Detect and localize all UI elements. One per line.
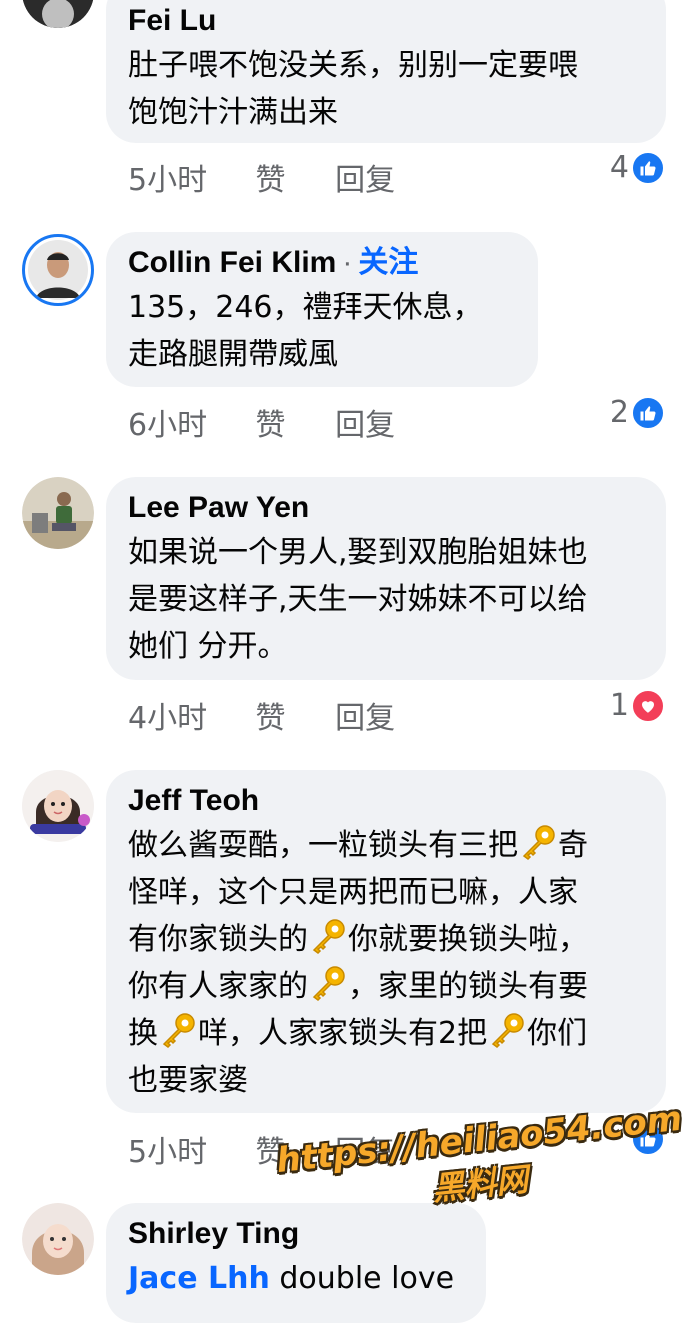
comment-actions: 4小时 赞 回复: [128, 693, 395, 737]
commenter-name[interactable]: Jeff Teoh: [128, 780, 644, 822]
comment-actions: 6小时 赞 回复: [128, 400, 395, 444]
reaction-summary[interactable]: 4: [610, 150, 665, 185]
like-icon: [631, 150, 665, 185]
comment-bubble: Fei Lu 肚子喂不饱没关系，别别一定要喂 饱饱汁汁满出来: [106, 0, 666, 143]
reaction-summary[interactable]: 2: [610, 395, 665, 430]
separator: ·: [342, 246, 353, 279]
comment-text-line: 走路腿開帶威風: [128, 337, 338, 372]
comment-bubble: Collin Fei Klim · 关注 135，246，禮拜天休息， 走路腿開帶威…: [106, 232, 538, 387]
text-segment: 你就要换锁头啦，: [348, 922, 588, 957]
avatar[interactable]: [22, 234, 94, 306]
avatar[interactable]: [22, 477, 94, 549]
avatar[interactable]: [22, 1203, 94, 1275]
commenter-name[interactable]: Lee Paw Yen: [128, 487, 644, 529]
like-button[interactable]: 赞: [256, 400, 326, 444]
comment-text-line: 是要这样子,天生一对姊妹不可以给: [128, 582, 588, 617]
text-segment: 奇: [558, 828, 588, 863]
comment-time: 5小时: [128, 163, 208, 198]
avatar[interactable]: [22, 770, 94, 842]
text-segment: 咩，人家家锁头有2把: [198, 1016, 488, 1051]
text-segment: 换: [128, 1016, 158, 1051]
reply-button[interactable]: 回复: [335, 693, 395, 737]
comment-text-line: 135，246，禮拜天休息，: [128, 290, 483, 325]
key-emoji-icon: [159, 1011, 197, 1049]
comment-text-line: 她们 分开。: [128, 629, 288, 664]
like-button[interactable]: 赞: [256, 693, 326, 737]
comment-text-line: 换 咩，人家家锁头有2把 你们: [128, 1010, 644, 1057]
mention-link[interactable]: Jace Lhh: [128, 1261, 270, 1296]
text-segment: 做么酱耍酷，一粒锁头有三把: [128, 828, 518, 863]
commenter-name[interactable]: Fei Lu: [128, 0, 644, 42]
follow-button[interactable]: 关注: [358, 246, 418, 279]
reaction-summary[interactable]: 1: [610, 688, 665, 723]
comment-time: 5小时: [128, 1135, 208, 1170]
comment-bubble: Jeff Teoh 做么酱耍酷，一粒锁头有三把 奇 怪咩，这个只是两把而已嘛，人家…: [106, 770, 666, 1113]
commenter-name-row: Collin Fei Klim · 关注: [128, 242, 516, 284]
key-emoji-icon: [309, 964, 347, 1002]
comment-text-line: 肚子喂不饱没关系，别别一定要喂: [128, 48, 578, 83]
comment-text-line: 如果说一个男人,娶到双胞胎姐妹也: [128, 535, 588, 570]
watermark: https://heiliao54.com 黑料网: [274, 1097, 685, 1268]
comment-text-line: 也要家婆: [128, 1063, 248, 1098]
like-icon: [631, 395, 665, 430]
text-segment: 有你家锁头的: [128, 922, 308, 957]
text-segment: 你有人家家的: [128, 969, 308, 1004]
comment-text-line: 怪咩，这个只是两把而已嘛，人家: [128, 875, 578, 910]
comment-time: 4小时: [128, 701, 208, 736]
comment-bubble: Lee Paw Yen 如果说一个男人,娶到双胞胎姐妹也 是要这样子,天生一对姊…: [106, 477, 666, 680]
commenter-name[interactable]: Collin Fei Klim: [128, 246, 336, 279]
text-segment: 你们: [527, 1016, 588, 1051]
comment-actions: 5小时 赞 回复: [128, 155, 395, 199]
comment-text-line: 你有人家家的 ，家里的锁头有要: [128, 963, 644, 1010]
reaction-count: 4: [609, 150, 629, 185]
key-emoji-icon: [488, 1011, 526, 1049]
reaction-count: 2: [609, 395, 629, 430]
comment-time: 6小时: [128, 408, 208, 443]
reply-button[interactable]: 回复: [335, 400, 395, 444]
love-icon: [631, 688, 665, 723]
text-segment: ，家里的锁头有要: [348, 969, 588, 1004]
comment-text-line: 做么酱耍酷，一粒锁头有三把 奇: [128, 822, 644, 869]
reaction-count: 1: [609, 688, 629, 723]
key-emoji-icon: [309, 917, 347, 955]
reply-button[interactable]: 回复: [335, 155, 395, 199]
like-button[interactable]: 赞: [256, 155, 326, 199]
avatar[interactable]: [22, 0, 94, 28]
key-emoji-icon: [519, 823, 557, 861]
comment-text-line: 有你家锁头的 你就要换锁头啦，: [128, 916, 644, 963]
comment-text-line: 饱饱汁汁满出来: [128, 95, 338, 130]
